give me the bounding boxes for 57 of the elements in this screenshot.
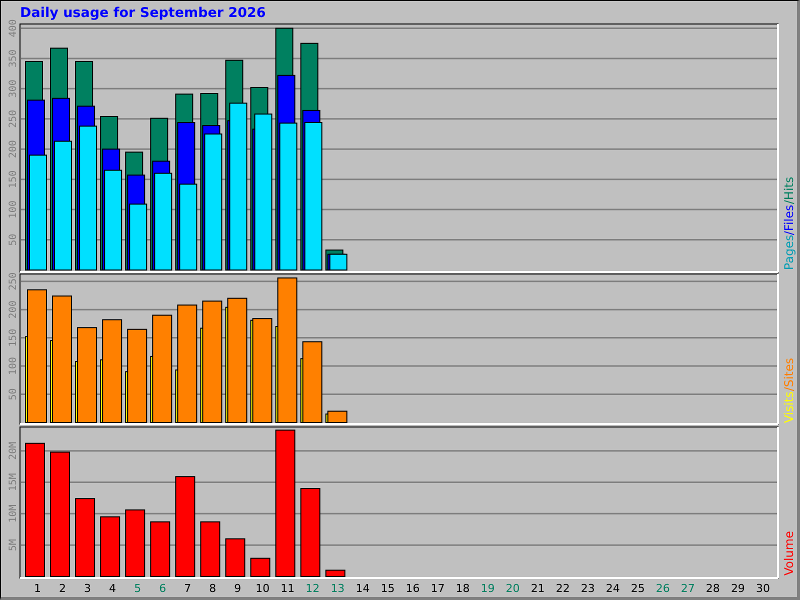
legend-separator: / [782, 200, 796, 204]
legend-label: Sites [782, 358, 796, 388]
y-tick-label: 100 [8, 357, 19, 376]
day-label: 23 [580, 582, 596, 595]
day-label: 21 [530, 582, 546, 595]
y-tick-label: 200 [8, 300, 19, 319]
day-label: 28 [704, 582, 721, 595]
y-tick-label: 20M [8, 442, 19, 460]
day-label: 20 [504, 582, 521, 595]
day-label: 3 [83, 582, 92, 595]
y-tick-label: 300 [8, 80, 19, 98]
day-label: 25 [630, 582, 646, 595]
day-label: 4 [108, 582, 118, 595]
y-tick-label: 15M [8, 473, 19, 492]
day-label: 19 [480, 582, 496, 595]
day-label: 7 [183, 582, 192, 595]
day-label: 18 [454, 582, 471, 595]
y-tick-label: 100 [8, 200, 19, 219]
day-label: 16 [404, 582, 421, 595]
day-label: 8 [208, 582, 218, 595]
y-tick-label: 400 [8, 19, 19, 38]
day-label: 12 [304, 582, 321, 595]
y-tick-label: 10M [8, 504, 19, 523]
y-tick-label: 250 [8, 110, 19, 128]
day-label: 10 [254, 582, 271, 595]
day-label: 9 [233, 582, 242, 595]
y-tick-label: 200 [8, 140, 19, 158]
legend-separator: / [782, 230, 796, 235]
day-label: 26 [654, 582, 671, 595]
y-tick-label: 150 [8, 328, 19, 347]
y-tick-label: 250 [8, 272, 19, 290]
y-tick-label: 50 [8, 234, 19, 246]
day-label: 29 [730, 582, 746, 595]
day-label: 14 [354, 582, 371, 595]
day-label: 24 [604, 582, 621, 595]
y-tick-label: 150 [8, 170, 19, 188]
y-tick-label: 350 [8, 49, 19, 68]
chart-title: Daily usage for September 2026 [19, 4, 267, 22]
legend-label: Volume [782, 531, 796, 576]
day-label: 1 [33, 582, 42, 595]
legend-label: Files [782, 204, 796, 231]
legend-label: Pages [782, 234, 796, 270]
day-label: 27 [680, 582, 696, 595]
day-label: 2 [58, 582, 68, 595]
day-label: 15 [380, 582, 396, 595]
day-label: 30 [754, 582, 771, 595]
day-label: 11 [280, 582, 296, 595]
legend-label: Hits [782, 176, 796, 200]
day-label: 13 [330, 582, 346, 595]
day-label: 6 [158, 582, 168, 595]
legend-label: Visits [782, 391, 796, 423]
day-label: 5 [133, 582, 142, 595]
y-tick-label: 5M [8, 539, 19, 552]
day-label: 22 [554, 582, 571, 595]
day-label: 17 [430, 582, 446, 595]
legend-separator: / [782, 387, 796, 392]
y-tick-label: 50 [8, 388, 19, 400]
